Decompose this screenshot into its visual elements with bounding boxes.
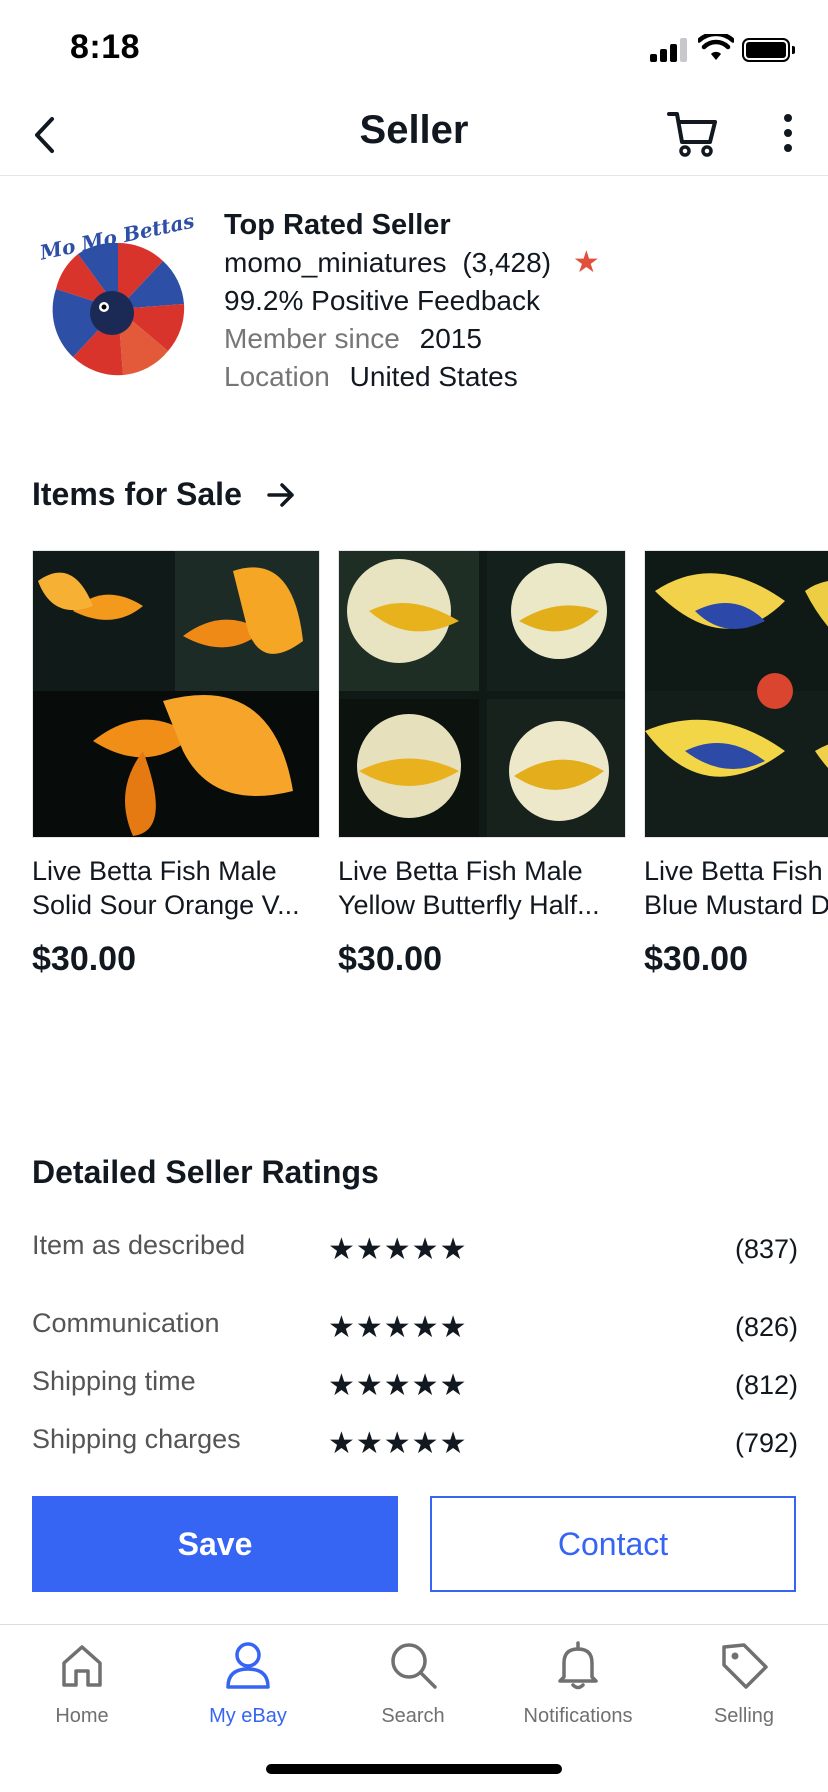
nav-header: Seller bbox=[0, 100, 828, 176]
item-card[interactable]: Live Betta Fish Male Solid Sour Orange V… bbox=[32, 550, 320, 979]
items-for-sale-title: Items for Sale bbox=[32, 476, 242, 512]
status-time: 8:18 bbox=[70, 28, 141, 66]
cart-icon bbox=[667, 112, 717, 157]
member-since-value: 2015 bbox=[419, 323, 482, 354]
item-price: $30.00 bbox=[338, 940, 442, 978]
rating-count: (826) bbox=[734, 1312, 798, 1342]
item-price: $30.00 bbox=[644, 940, 748, 978]
feedback-count[interactable]: (3,428) bbox=[462, 247, 551, 278]
wifi-icon bbox=[698, 34, 734, 60]
item-title-line2: Blue Mustard D bbox=[644, 890, 828, 920]
location-value: United States bbox=[349, 361, 518, 392]
items-for-sale-header[interactable]: Items for Sale bbox=[32, 476, 296, 513]
detailed-ratings-title: Detailed Seller Ratings bbox=[32, 1154, 379, 1190]
positive-feedback: 99.2% Positive Feedback bbox=[224, 285, 540, 316]
item-price: $30.00 bbox=[32, 940, 136, 978]
bell-icon bbox=[558, 1641, 598, 1690]
rating-stars: ★★★★★ bbox=[328, 1311, 468, 1344]
location-label: Location bbox=[224, 361, 330, 392]
rating-row: Communication ★★★★★ (826) bbox=[32, 1308, 798, 1352]
rating-count: (792) bbox=[734, 1428, 798, 1458]
item-image bbox=[644, 550, 828, 838]
save-seller-button[interactable]: Save bbox=[32, 1496, 398, 1592]
tab-label: Search bbox=[381, 1705, 445, 1727]
tab-selling[interactable]: Selling bbox=[664, 1639, 824, 1728]
item-title-line2: Yellow Butterfly Half... bbox=[338, 890, 600, 920]
rating-label: Communication bbox=[32, 1308, 220, 1338]
tab-label: Notifications bbox=[523, 1705, 633, 1727]
tab-my-ebay[interactable]: My eBay bbox=[168, 1639, 328, 1728]
seller-username[interactable]: momo_miniatures bbox=[224, 247, 447, 278]
seller-logo: Mo Mo Bettas bbox=[37, 214, 196, 376]
location-row: Location United States bbox=[224, 358, 600, 396]
tab-label: Home bbox=[55, 1705, 109, 1727]
item-title-line1: Live Betta Fish Male bbox=[32, 856, 277, 886]
tag-icon bbox=[722, 1643, 768, 1689]
rating-stars: ★★★★★ bbox=[328, 1369, 468, 1402]
item-image bbox=[338, 550, 626, 838]
tab-label: Selling bbox=[713, 1705, 775, 1727]
item-image bbox=[32, 550, 320, 838]
more-vertical-icon bbox=[784, 114, 792, 122]
battery-icon bbox=[742, 38, 795, 62]
rating-stars: ★★★★★ bbox=[328, 1233, 468, 1266]
tab-home[interactable]: Home bbox=[2, 1639, 162, 1728]
person-icon bbox=[226, 1642, 270, 1689]
home-indicator[interactable] bbox=[266, 1764, 562, 1774]
rating-row: Item as described ★★★★★ (837) bbox=[32, 1230, 798, 1274]
seller-info: Top Rated Seller momo_miniatures (3,428)… bbox=[224, 206, 600, 396]
items-carousel[interactable]: Live Betta Fish Male Solid Sour Orange V… bbox=[32, 550, 828, 990]
rating-label: Item as described bbox=[32, 1230, 246, 1260]
rating-row: Shipping time ★★★★★ (812) bbox=[32, 1366, 798, 1410]
feedback-star-icon: ★ bbox=[572, 246, 600, 279]
signal-icon bbox=[650, 38, 690, 62]
cart-button[interactable] bbox=[666, 106, 720, 160]
item-title-line1: Live Betta Fish bbox=[644, 856, 823, 886]
item-card[interactable]: Live Betta Fish Male Yellow Butterfly Ha… bbox=[338, 550, 626, 979]
search-icon bbox=[391, 1643, 437, 1689]
more-options-button[interactable] bbox=[768, 108, 808, 158]
rating-row: Shipping charges ★★★★★ (792) bbox=[32, 1424, 798, 1468]
tab-notifications[interactable]: Notifications bbox=[498, 1639, 658, 1728]
seller-name-row: momo_miniatures (3,428) ★ bbox=[224, 244, 600, 282]
arrow-right-icon bbox=[267, 482, 294, 507]
item-title-line2: Solid Sour Orange V... bbox=[32, 890, 300, 920]
rating-label: Shipping time bbox=[32, 1366, 196, 1396]
member-since-label: Member since bbox=[224, 323, 400, 354]
rating-count: (812) bbox=[734, 1370, 798, 1400]
home-icon bbox=[62, 1645, 102, 1687]
top-rated-badge: Top Rated Seller bbox=[224, 209, 451, 241]
item-title-line1: Live Betta Fish Male bbox=[338, 856, 583, 886]
contact-seller-button[interactable]: Contact bbox=[430, 1496, 796, 1592]
rating-count: (837) bbox=[734, 1234, 798, 1264]
tab-label: My eBay bbox=[209, 1705, 287, 1727]
rating-stars: ★★★★★ bbox=[328, 1427, 468, 1460]
status-bar: 8:18 bbox=[0, 0, 828, 100]
tab-search[interactable]: Search bbox=[333, 1639, 493, 1728]
member-since-row: Member since 2015 bbox=[224, 320, 600, 358]
rating-label: Shipping charges bbox=[32, 1424, 241, 1454]
item-card[interactable]: Live Betta Fish Blue Mustard D $30.00 bbox=[644, 550, 828, 979]
